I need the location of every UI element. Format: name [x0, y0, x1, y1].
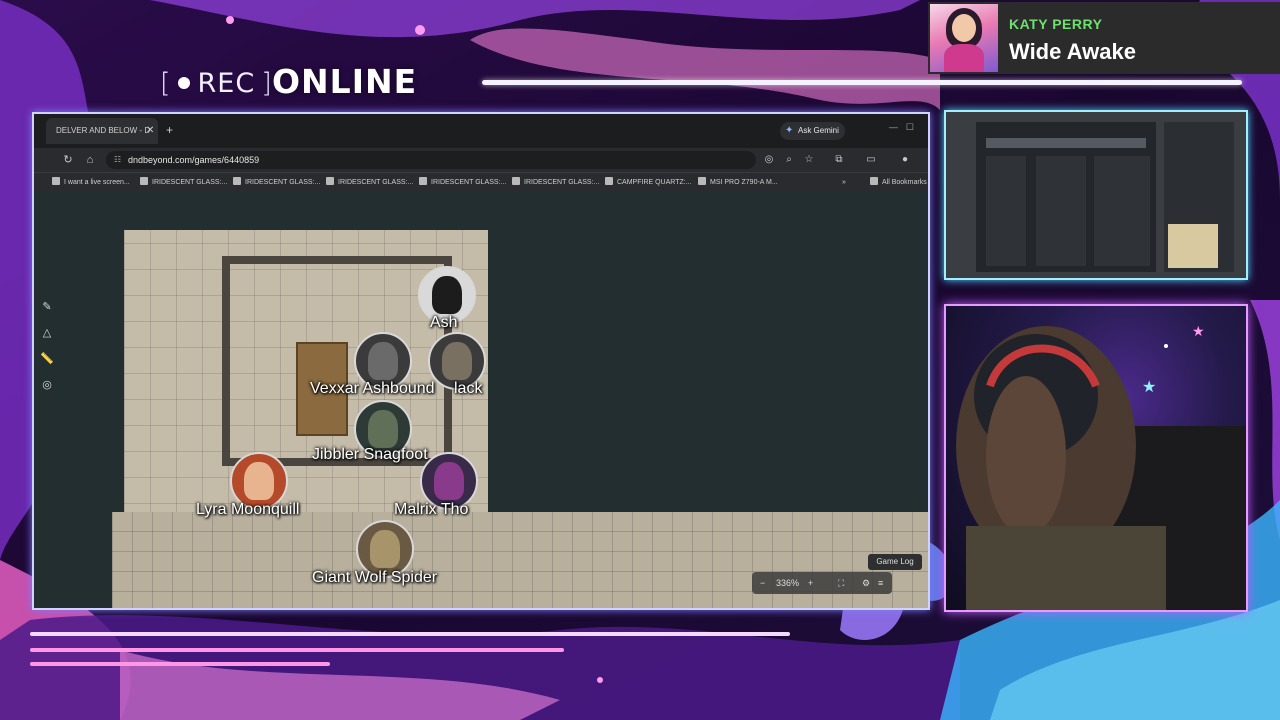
- ask-gemini-button[interactable]: ✦ Ask Gemini: [780, 122, 845, 140]
- tab-title: DELVER AND BELOW - D: [56, 126, 151, 135]
- new-tab-icon[interactable]: +: [166, 123, 173, 137]
- site-info-icon: ☷: [114, 155, 122, 164]
- online-status-label: ONLINE: [272, 62, 418, 101]
- zoom-out-icon[interactable]: −: [760, 572, 765, 594]
- browser-tab-bar: DELVER AND BELOW - D ✕ + ✦ Ask Gemini —☐: [34, 114, 928, 148]
- all-bookmarks-folder[interactable]: All Bookmarks: [870, 173, 927, 193]
- rec-bracket-left: [: [160, 67, 172, 99]
- album-cover-image: [930, 4, 998, 72]
- bookmark-star-icon[interactable]: ☆: [802, 152, 816, 168]
- zoom-controls: − 336% + ⛶ ⚙ ≡: [752, 572, 892, 594]
- streamer-webcam-image: ★ ★: [956, 323, 1246, 610]
- token-label: lack: [454, 380, 483, 397]
- draw-tool-icon[interactable]: ✎: [40, 300, 54, 314]
- bookmark-item[interactable]: IRIDESCENT GLASS:...: [140, 173, 227, 193]
- decorative-bottom-line: [30, 662, 330, 666]
- bookmark-item[interactable]: IRIDESCENT GLASS:...: [326, 173, 413, 193]
- vtt-map-canvas[interactable]: ✎ △ 📏 ◎ Ash Vexxar Ashbound lack Jibbler…: [34, 192, 928, 608]
- now-playing-artist: KATY PERRY: [1009, 16, 1103, 32]
- profile-avatar-icon[interactable]: ●: [898, 152, 912, 168]
- bookmark-item[interactable]: I want a live screen...: [52, 173, 130, 193]
- zoom-level: 336%: [776, 578, 800, 588]
- token-label: Lyra Moonquill: [196, 501, 300, 518]
- browser-tab-active[interactable]: DELVER AND BELOW - D ✕: [46, 118, 158, 144]
- window-controls[interactable]: —☐: [889, 122, 922, 133]
- character-sheet-thumbnail: [946, 112, 1246, 278]
- target-tool-icon[interactable]: ◎: [40, 378, 54, 392]
- home-icon[interactable]: ⌂: [82, 152, 98, 168]
- bookmark-item[interactable]: IRIDESCENT GLASS:...: [512, 173, 599, 193]
- ask-gemini-label: Ask Gemini: [798, 126, 839, 135]
- tracking-off-icon[interactable]: ◎: [762, 152, 776, 168]
- fullscreen-icon[interactable]: ⛶: [838, 572, 844, 594]
- more-bookmarks-icon[interactable]: »: [842, 173, 846, 193]
- now-playing-widget: KATY PERRY Wide Awake: [928, 2, 1280, 74]
- svg-text:★: ★: [1142, 379, 1156, 396]
- extensions-icon[interactable]: ⧉: [832, 152, 846, 168]
- zoom-icon[interactable]: ⌕: [782, 152, 796, 168]
- bookmark-item[interactable]: CAMPFIRE QUARTZ:...: [605, 173, 692, 193]
- game-log-button[interactable]: Game Log: [868, 554, 922, 570]
- shapes-tool-icon[interactable]: △: [40, 326, 54, 340]
- cast-icon[interactable]: ▭: [864, 152, 878, 168]
- bookmark-item[interactable]: IRIDESCENT GLASS:...: [419, 173, 506, 193]
- now-playing-title: Wide Awake: [1009, 39, 1136, 64]
- close-tab-icon[interactable]: ✕: [146, 126, 156, 136]
- token-label: Giant Wolf Spider: [312, 569, 438, 586]
- gemini-star-icon: ✦: [785, 125, 794, 136]
- bookmark-item[interactable]: IRIDESCENT GLASS:...: [233, 173, 320, 193]
- decorative-top-line: [482, 80, 1242, 85]
- reload-icon[interactable]: ↻: [60, 152, 76, 168]
- decorative-bottom-line: [30, 632, 790, 636]
- zoom-in-icon[interactable]: +: [808, 572, 813, 594]
- record-dot-icon: [177, 77, 190, 89]
- token-label: Jibbler Snagfoot: [312, 446, 428, 463]
- token-label: Ash: [430, 314, 458, 331]
- url-text: dndbeyond.com/games/6440859: [128, 155, 260, 165]
- browser-capture-frame: DELVER AND BELOW - D ✕ + ✦ Ask Gemini —☐…: [32, 112, 930, 610]
- bookmarks-bar: I want a live screen... IRIDESCENT GLASS…: [34, 172, 928, 193]
- browser-address-bar: ↻ ⌂ ☷ dndbeyond.com/games/6440859 ◎ ⌕ ☆ …: [34, 148, 928, 172]
- url-input[interactable]: ☷ dndbeyond.com/games/6440859: [106, 151, 756, 169]
- measure-tool-icon[interactable]: 📏: [40, 352, 54, 366]
- webcam-feed: ★ ★: [944, 304, 1248, 612]
- settings-gear-icon[interactable]: ⚙: [862, 572, 870, 594]
- token-label: Vexxar Ashbound: [310, 380, 435, 397]
- token-label: Malrix Tho: [394, 501, 469, 518]
- secondary-screen-capture: [944, 110, 1248, 280]
- map-toolbar: ✎ △ 📏 ◎: [34, 192, 62, 608]
- menu-icon[interactable]: ≡: [878, 572, 883, 594]
- rec-indicator: [ REC ]: [160, 66, 273, 100]
- rec-label: REC: [197, 67, 256, 99]
- bookmark-item[interactable]: MSI PRO Z790-A M...: [698, 173, 778, 193]
- decorative-bottom-line: [30, 648, 564, 652]
- svg-text:★: ★: [1192, 323, 1205, 339]
